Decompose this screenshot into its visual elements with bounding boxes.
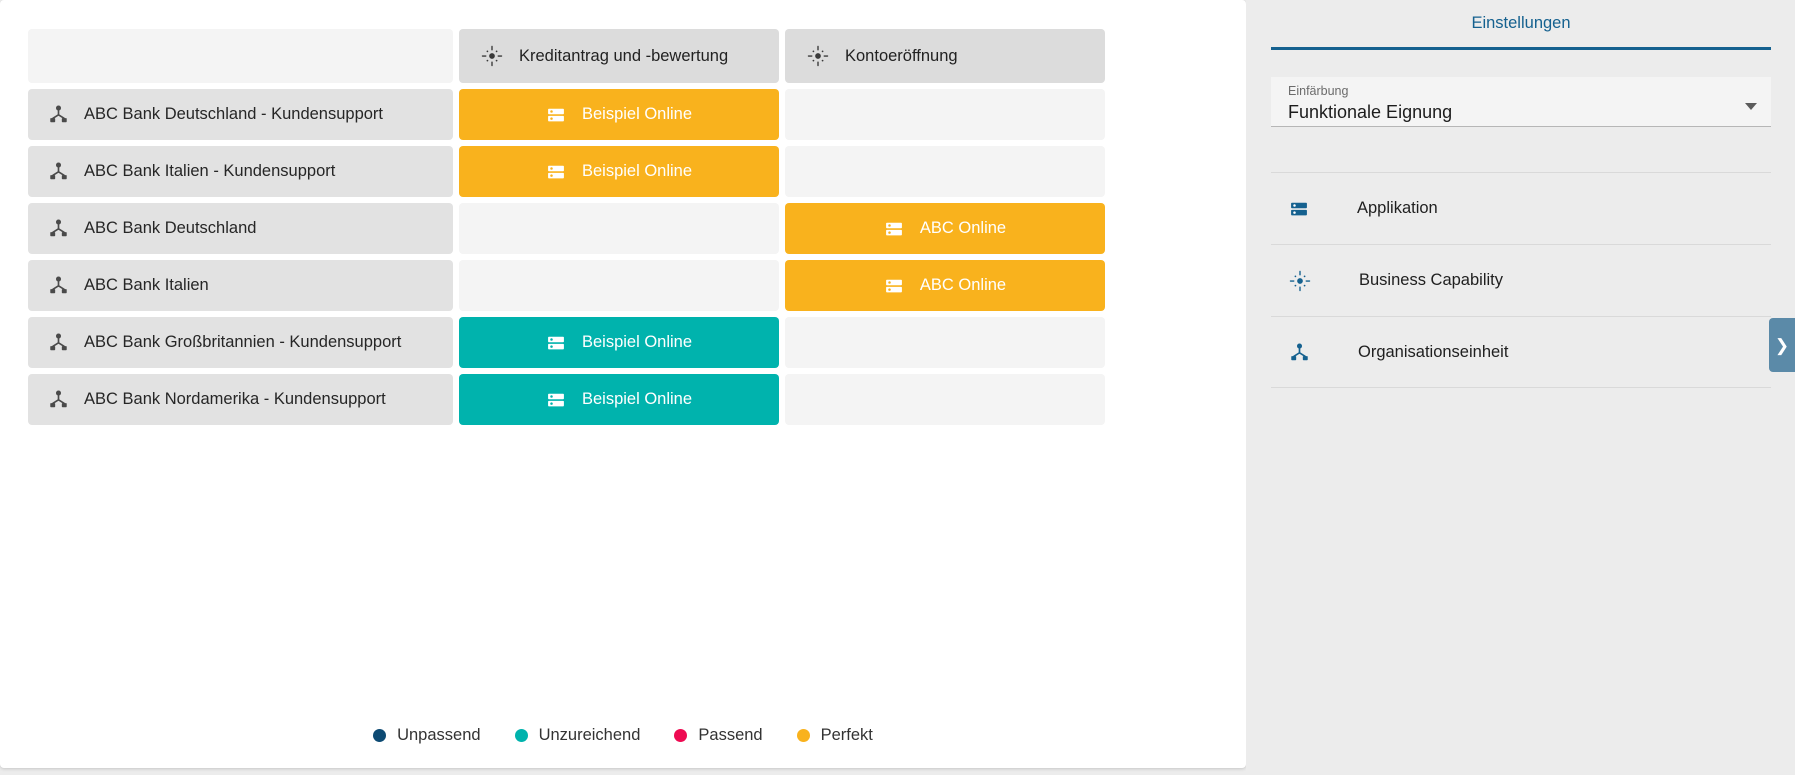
matrix-cell-item[interactable]: Beispiel Online	[459, 317, 779, 368]
application-icon	[884, 219, 904, 239]
matrix-cell-label: Beispiel Online	[582, 105, 692, 124]
matrix-cell-empty	[785, 317, 1105, 368]
legend: Unpassend Unzureichend Passend Perfekt	[0, 726, 1246, 745]
organisation-unit-icon	[48, 218, 69, 239]
legend-color-dot	[515, 729, 528, 742]
business-capability-icon	[1289, 270, 1311, 292]
legend-type-list: Applikation Business Capability Organisati…	[1271, 172, 1771, 388]
matrix-corner-cell	[28, 29, 453, 83]
matrix-header-row: Kreditantrag und -bewertung	[28, 29, 1105, 83]
row-header-5[interactable]: ABC Bank Nordamerika - Kundensupport	[28, 374, 453, 425]
application-icon	[1289, 199, 1309, 219]
table-row: ABC Bank Nordamerika - Kundensupport Beis…	[28, 374, 1105, 425]
legend-item[interactable]: Unzureichend	[515, 726, 641, 745]
panel-list-item-2[interactable]: Organisationseinheit	[1271, 316, 1771, 388]
row-header-label: ABC Bank Deutschland - Kundensupport	[84, 105, 383, 124]
row-header-4[interactable]: ABC Bank Großbritannien - Kundensupport	[28, 317, 453, 368]
matrix-cell-empty	[459, 260, 779, 311]
column-header-0[interactable]: Kreditantrag und -bewertung	[459, 29, 779, 83]
matrix-cell-label: Beispiel Online	[582, 390, 692, 409]
select-label: Einfärbung	[1288, 83, 1757, 99]
row-header-label: ABC Bank Italien	[84, 276, 209, 295]
legend-color-dot	[674, 729, 687, 742]
table-row: ABC Bank Italien - Kundensupport Beispiel…	[28, 146, 1105, 197]
matrix-cell-empty	[459, 203, 779, 254]
matrix-cell-empty	[785, 89, 1105, 140]
panel-list-item-label: Business Capability	[1359, 271, 1503, 290]
chevron-down-icon[interactable]	[1745, 103, 1757, 110]
organisation-unit-icon	[48, 389, 69, 410]
chevron-right-icon: ❯	[1775, 337, 1789, 354]
matrix-cell-label: Beispiel Online	[582, 162, 692, 181]
row-header-1[interactable]: ABC Bank Italien - Kundensupport	[28, 146, 453, 197]
business-capability-icon	[807, 45, 829, 67]
table-row: ABC Bank Großbritannien - Kundensupport B…	[28, 317, 1105, 368]
row-header-0[interactable]: ABC Bank Deutschland - Kundensupport	[28, 89, 453, 140]
matrix-cell-empty	[785, 146, 1105, 197]
application-icon	[546, 390, 566, 410]
panel-list-item-label: Organisationseinheit	[1358, 343, 1508, 362]
application-icon	[546, 105, 566, 125]
legend-color-dot	[797, 729, 810, 742]
row-header-2[interactable]: ABC Bank Deutschland	[28, 203, 453, 254]
tab-label: Einstellungen	[1471, 14, 1570, 33]
select-value: Funktionale Eignung	[1288, 99, 1757, 125]
table-row: ABC Bank Deutschland - Kundensupport Beis…	[28, 89, 1105, 140]
organisation-unit-icon	[48, 275, 69, 296]
row-header-label: ABC Bank Nordamerika - Kundensupport	[84, 390, 386, 409]
panel-list-item-label: Applikation	[1357, 199, 1438, 218]
organisation-unit-icon	[48, 161, 69, 182]
legend-item[interactable]: Passend	[674, 726, 762, 745]
legend-label: Unpassend	[397, 726, 480, 745]
matrix-cell-item[interactable]: Beispiel Online	[459, 374, 779, 425]
column-header-label: Kontoeröffnung	[845, 47, 958, 66]
matrix-cell-label: Beispiel Online	[582, 333, 692, 352]
matrix-cell-item[interactable]: ABC Online	[785, 203, 1105, 254]
matrix-cell-label: ABC Online	[920, 219, 1006, 238]
einfaerbung-select[interactable]: Einfärbung Funktionale Eignung	[1271, 77, 1771, 127]
app-root: Kreditantrag und -bewertung	[0, 0, 1795, 775]
table-row: ABC Bank Italien ABC Online	[28, 260, 1105, 311]
application-icon	[884, 276, 904, 296]
legend-label: Perfekt	[821, 726, 873, 745]
legend-label: Passend	[698, 726, 762, 745]
row-header-label: ABC Bank Großbritannien - Kundensupport	[84, 333, 401, 352]
matrix-canvas: Kreditantrag und -bewertung	[0, 0, 1246, 768]
application-icon	[546, 162, 566, 182]
column-header-label: Kreditantrag und -bewertung	[519, 47, 728, 66]
row-header-label: ABC Bank Deutschland	[84, 219, 256, 238]
application-icon	[546, 333, 566, 353]
legend-color-dot	[373, 729, 386, 742]
matrix-cell-label: ABC Online	[920, 276, 1006, 295]
matrix-table: Kreditantrag und -bewertung	[28, 29, 1105, 425]
tab-einstellungen[interactable]: Einstellungen	[1271, 0, 1771, 50]
organisation-unit-icon	[48, 332, 69, 353]
business-capability-icon	[481, 45, 503, 67]
legend-item[interactable]: Unpassend	[373, 726, 480, 745]
matrix-cell-item[interactable]: Beispiel Online	[459, 89, 779, 140]
row-header-label: ABC Bank Italien - Kundensupport	[84, 162, 335, 181]
settings-panel: Einstellungen Einfärbung Funktionale Eig…	[1246, 0, 1795, 775]
panel-collapse-tab[interactable]: ❯	[1769, 318, 1795, 372]
matrix-cell-item[interactable]: ABC Online	[785, 260, 1105, 311]
legend-label: Unzureichend	[539, 726, 641, 745]
organisation-unit-icon	[48, 104, 69, 125]
organisation-unit-icon	[1289, 342, 1310, 363]
matrix-rows: ABC Bank Deutschland - Kundensupport Beis…	[28, 89, 1105, 425]
matrix-cell-empty	[785, 374, 1105, 425]
matrix-cell-item[interactable]: Beispiel Online	[459, 146, 779, 197]
row-header-3[interactable]: ABC Bank Italien	[28, 260, 453, 311]
panel-list-item-0[interactable]: Applikation	[1271, 172, 1771, 244]
legend-item[interactable]: Perfekt	[797, 726, 873, 745]
column-header-1[interactable]: Kontoeröffnung	[785, 29, 1105, 83]
table-row: ABC Bank Deutschland ABC Online	[28, 203, 1105, 254]
panel-list-item-1[interactable]: Business Capability	[1271, 244, 1771, 316]
